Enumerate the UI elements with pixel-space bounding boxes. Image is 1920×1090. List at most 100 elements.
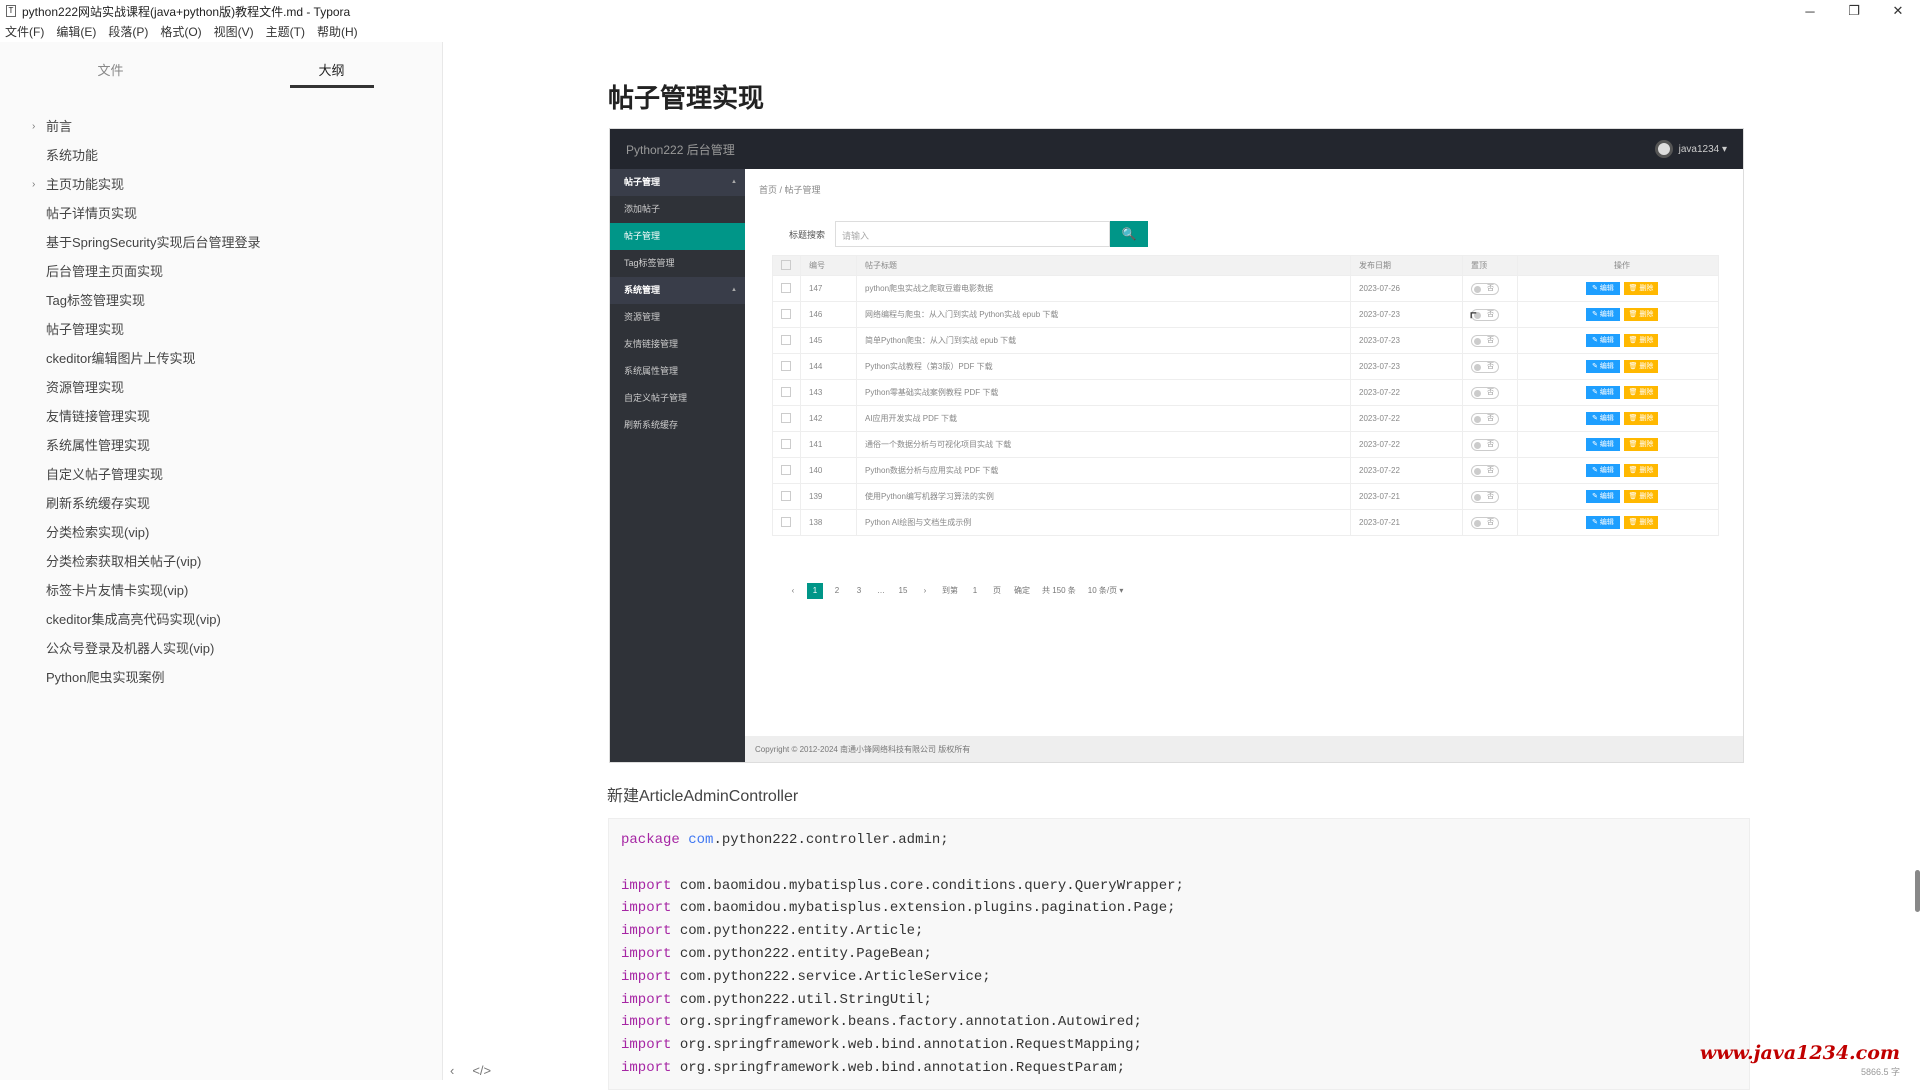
admin-nav-item: 友情链接管理 [610, 331, 745, 358]
search-input: 请输入 [835, 221, 1110, 247]
outline-item-label: 分类检索获取相关帖子(vip) [46, 554, 201, 569]
delete-button: 🗑 删除 [1624, 516, 1658, 529]
outline-item[interactable]: ›前言 [0, 112, 442, 141]
outline-item[interactable]: 自定义帖子管理实现 [0, 460, 442, 489]
edit-button: ✎ 编辑 [1586, 464, 1620, 477]
row-top: 否 [1463, 484, 1518, 510]
code-token: import [621, 1037, 671, 1053]
outline-item[interactable]: Tag标签管理实现 [0, 286, 442, 315]
code-token: com.python222.entity.PageBean; [671, 946, 931, 962]
outline-item[interactable]: 后台管理主页面实现 [0, 257, 442, 286]
code-line: import com.python222.util.StringUtil; [621, 989, 1749, 1012]
top-switch: 否 [1471, 517, 1499, 529]
row-date: 2023-07-23 [1351, 354, 1463, 380]
menu-file[interactable]: 文件(F) [0, 22, 51, 42]
code-token: com [688, 832, 713, 848]
row-date: 2023-07-22 [1351, 380, 1463, 406]
code-token: import [621, 923, 671, 939]
menu-format[interactable]: 格式(O) [155, 22, 208, 42]
chevron-right-icon[interactable]: › [32, 112, 35, 141]
code-token: import [621, 900, 671, 916]
admin-footer: Copyright © 2012-2024 南通小锋网络科技有限公司 版权所有 [745, 736, 1743, 763]
code-line: import com.python222.entity.PageBean; [621, 943, 1749, 966]
code-block[interactable]: package com.python222.controller.admin; i… [608, 818, 1750, 1090]
table-row: 147python爬虫实战之爬取豆瓣电影数据2023-07-26否✎ 编辑🗑 删… [773, 276, 1719, 302]
outline-item-label: 主页功能实现 [46, 177, 124, 192]
outline-item[interactable]: 帖子管理实现 [0, 315, 442, 344]
outline-item[interactable]: ckeditor集成高亮代码实现(vip) [0, 605, 442, 634]
menu-paragraph[interactable]: 段落(P) [103, 22, 155, 42]
menu-theme[interactable]: 主题(T) [261, 22, 312, 42]
editor-area[interactable]: 帖子管理实现 Python222 后台管理 java1234 ▾ 帖子管理添加帖… [444, 42, 1920, 1080]
admin-user-menu: java1234 ▾ [1655, 140, 1727, 158]
code-line: package com.python222.controller.admin; [621, 829, 1749, 852]
code-token: import [621, 992, 671, 1008]
row-title: 使用Python编写机器学习算法的实例 [857, 484, 1351, 510]
outline-item-label: Tag标签管理实现 [46, 293, 145, 308]
row-title: AI应用开发实战 PDF 下载 [857, 406, 1351, 432]
delete-button: 🗑 删除 [1624, 438, 1658, 451]
row-id: 141 [801, 432, 857, 458]
header-checkbox [773, 256, 801, 276]
typora-app-icon: T [6, 5, 16, 17]
row-checkbox [773, 432, 801, 458]
row-actions: ✎ 编辑🗑 删除 [1518, 510, 1719, 536]
scrollbar[interactable] [1915, 870, 1920, 912]
delete-button: 🗑 删除 [1624, 334, 1658, 347]
outline-item-label: 分类检索实现(vip) [46, 525, 149, 540]
row-actions: ✎ 编辑🗑 删除 [1518, 458, 1719, 484]
tab-outline[interactable]: 大纲 [221, 54, 442, 98]
close-button[interactable]: ✕ [1876, 0, 1920, 22]
edit-button: ✎ 编辑 [1586, 308, 1620, 321]
admin-username: java1234 ▾ [1679, 144, 1727, 155]
outline-item[interactable]: 分类检索实现(vip) [0, 518, 442, 547]
outline-item-label: 刷新系统缓存实现 [46, 496, 150, 511]
menu-help[interactable]: 帮助(H) [312, 22, 365, 42]
pager-item: 确定 [1011, 583, 1033, 599]
table-row: 144Python实战教程（第3版）PDF 下载2023-07-23否✎ 编辑🗑… [773, 354, 1719, 380]
minimize-button[interactable]: ─ [1788, 0, 1832, 22]
chevron-right-icon[interactable]: › [32, 170, 35, 199]
row-id: 143 [801, 380, 857, 406]
delete-button: 🗑 删除 [1624, 412, 1658, 425]
edit-button: ✎ 编辑 [1586, 334, 1620, 347]
outline-item[interactable]: 系统功能 [0, 141, 442, 170]
menu-edit[interactable]: 编辑(E) [51, 22, 103, 42]
row-checkbox [773, 484, 801, 510]
outline-item[interactable]: 基于SpringSecurity实现后台管理登录 [0, 228, 442, 257]
outline-item[interactable]: 系统属性管理实现 [0, 431, 442, 460]
restore-button[interactable]: ❐ [1832, 0, 1876, 22]
outline-item[interactable]: 分类检索获取相关帖子(vip) [0, 547, 442, 576]
row-top: 否 [1463, 458, 1518, 484]
outline-item[interactable]: 标签卡片友情卡实现(vip) [0, 576, 442, 605]
tab-files[interactable]: 文件 [0, 54, 221, 98]
row-id: 144 [801, 354, 857, 380]
outline-item[interactable]: 友情链接管理实现 [0, 402, 442, 431]
code-token: org.springframework.web.bind.annotation.… [671, 1037, 1141, 1053]
outline-item[interactable]: 刷新系统缓存实现 [0, 489, 442, 518]
pagination: ‹123…15›到第1页确定共 150 条10 条/页 ▾ [785, 583, 1126, 599]
outline-item[interactable]: 公众号登录及机器人实现(vip) [0, 634, 442, 663]
outline-item[interactable]: Python爬虫实现案例 [0, 663, 442, 692]
table-row: 139使用Python编写机器学习算法的实例2023-07-21否✎ 编辑🗑 删… [773, 484, 1719, 510]
row-date: 2023-07-26 [1351, 276, 1463, 302]
code-line: import com.baomidou.mybatisplus.core.con… [621, 875, 1749, 898]
window-controls: ─ ❐ ✕ [1788, 0, 1920, 22]
admin-main: 首页 / 帖子管理 标题搜索 请输入 🔍 编号 帖子标题 发布日期 置顶 [745, 169, 1743, 763]
window-title: python222网站实战课程(java+python版)教程文件.md - T… [22, 3, 350, 20]
pager-item: … [873, 583, 889, 599]
paragraph-text: 新建ArticleAdminController [607, 782, 798, 806]
admin-brand: Python222 后台管理 [626, 141, 735, 158]
row-title: python爬虫实战之爬取豆瓣电影数据 [857, 276, 1351, 302]
admin-header: Python222 后台管理 java1234 ▾ [610, 129, 1743, 169]
search-row: 标题搜索 请输入 🔍 [789, 221, 1148, 247]
outline-item[interactable]: › 主页功能实现 [0, 170, 442, 199]
outline-item[interactable]: 资源管理实现 [0, 373, 442, 402]
outline-item[interactable]: ckeditor编辑图片上传实现 [0, 344, 442, 373]
outline-item-label: 系统属性管理实现 [46, 438, 150, 453]
menu-view[interactable]: 视图(V) [209, 22, 261, 42]
code-token: .python222.controller.admin; [713, 832, 948, 848]
outline-item-label: 帖子详情页实现 [46, 206, 137, 221]
outline-item[interactable]: 帖子详情页实现 [0, 199, 442, 228]
code-token: import [621, 1060, 671, 1076]
